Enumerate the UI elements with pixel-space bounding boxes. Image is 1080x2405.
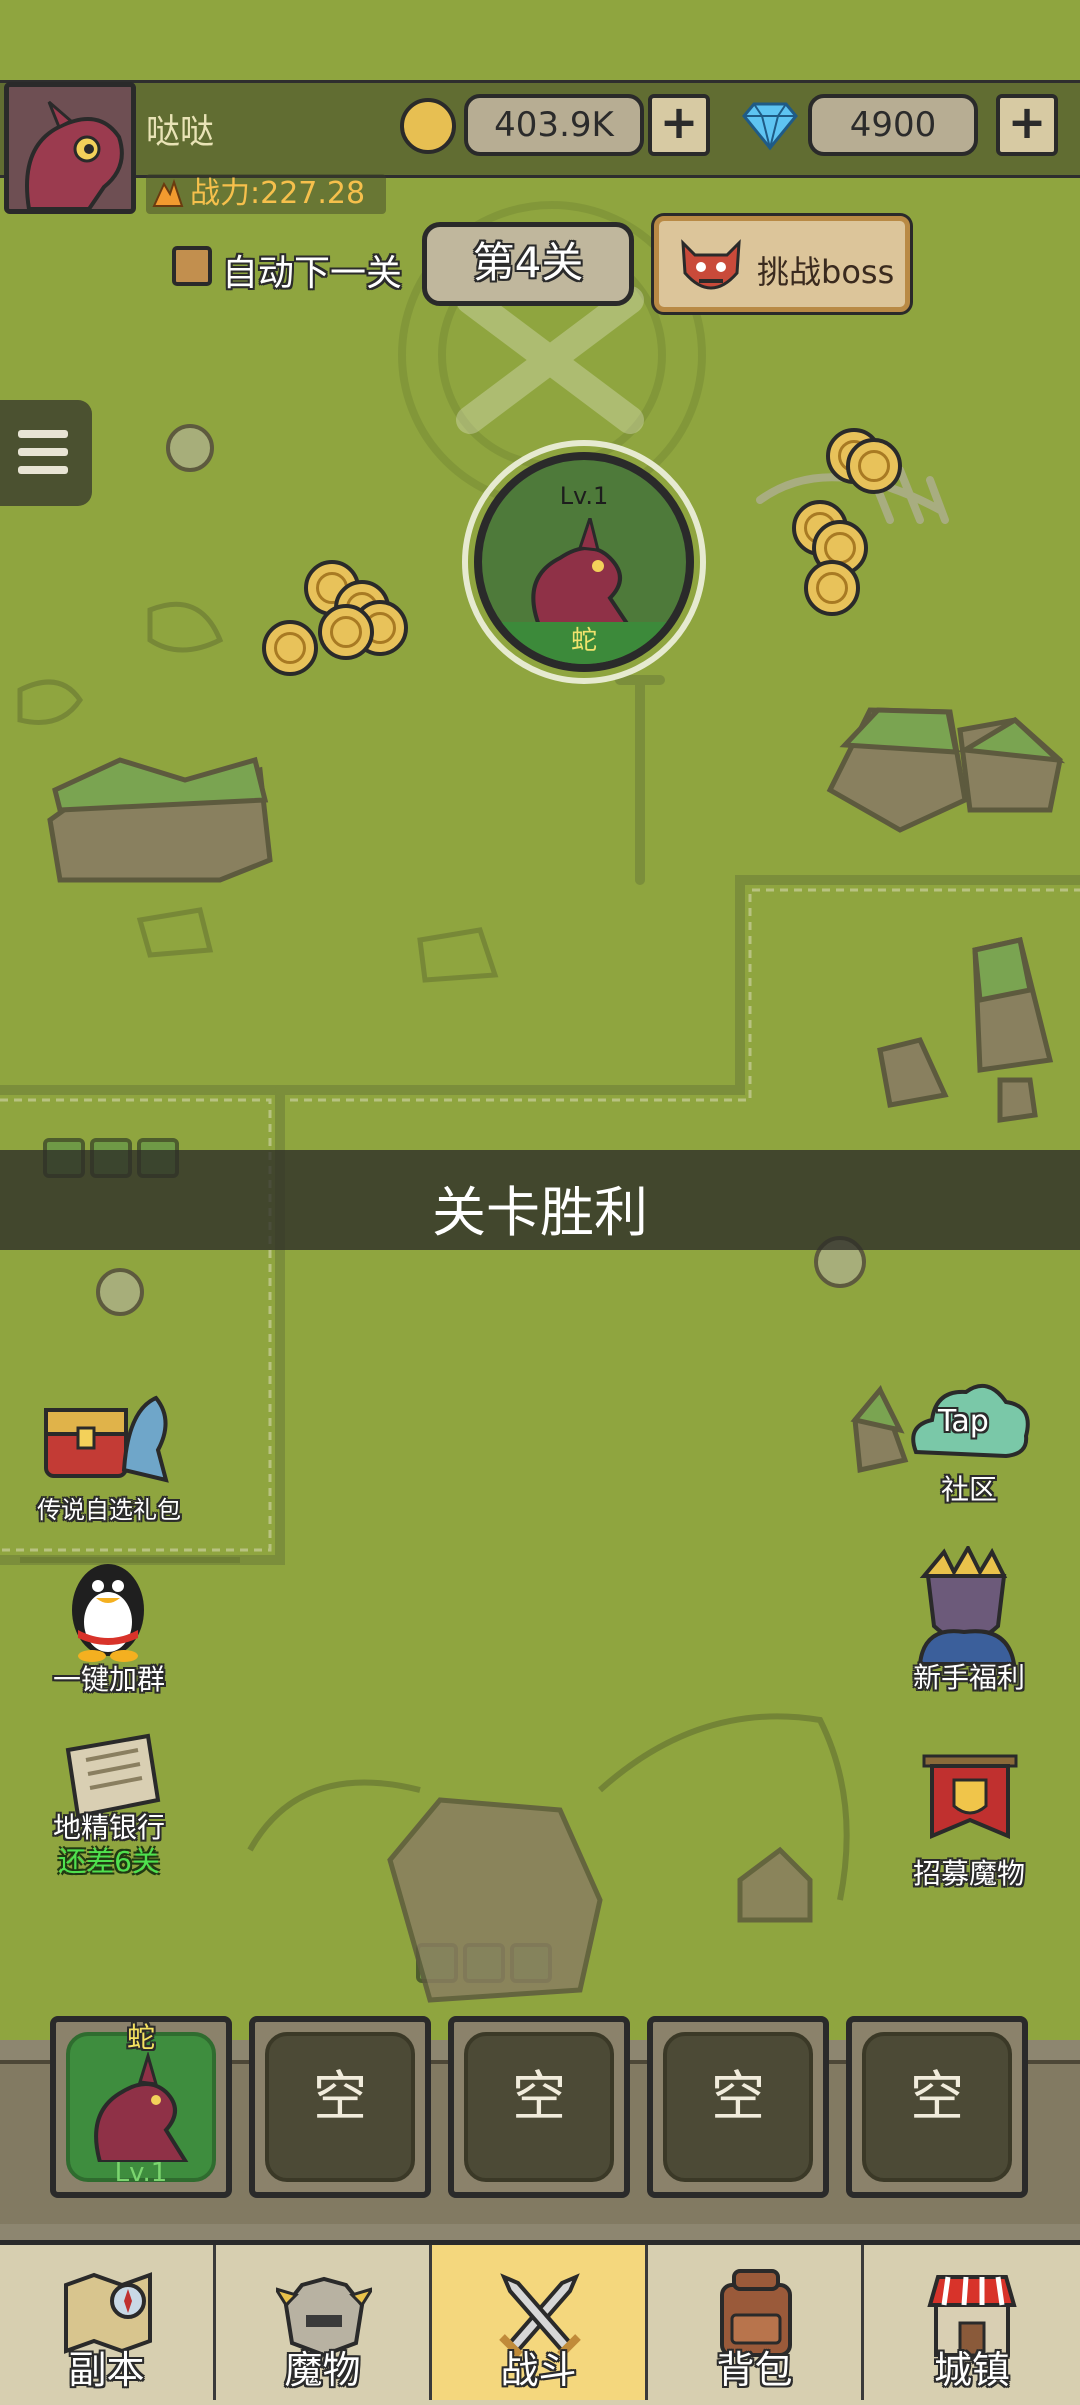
add-gold-button[interactable]: + [648,94,710,156]
goblin-bank-button[interactable]: 地精银行 还差6关 [24,1730,194,1900]
current-stage: 第4关 [422,222,634,306]
tab-backpack[interactable]: 背包 [648,2245,864,2400]
join-group-label: 一键加群 [52,1663,165,1696]
join-group-button[interactable]: 一键加群 [24,1552,194,1702]
team-slot-4[interactable]: 空 [647,2016,829,2198]
diamond-amount: 4900 [808,94,978,156]
diamond-icon [742,102,798,151]
gold-coin-icon[interactable] [846,438,902,494]
add-diamond-button[interactable]: + [996,94,1058,156]
auto-next-checkbox[interactable] [172,246,212,286]
goblin-bank-remaining: 还差6关 [58,1845,160,1878]
tab-monsters[interactable]: 魔物 [216,2245,432,2400]
team-slot-empty-label: 空 [512,2065,566,2128]
recruit-monster-label: 招募魔物 [912,1857,1025,1890]
tab-backpack-label: 背包 [716,2348,793,2392]
auto-next-label[interactable]: 自动下一关 [222,244,402,296]
gold-amount: 403.9K [464,94,644,156]
stage-victory-banner: 关卡胜利 [0,1150,1080,1250]
current-monster[interactable]: Lv.1 蛇 [474,452,694,672]
recruit-monster-button[interactable]: 招募魔物 [884,1750,1054,1900]
stage-victory-text: 关卡胜利 [432,1181,648,1244]
snake-monster-icon [531,518,633,628]
menu-button[interactable] [0,400,92,506]
team-slot-5[interactable]: 空 [846,2016,1028,2198]
gold-coin-icon[interactable] [318,604,374,660]
challenge-boss-button[interactable]: 挑战boss [654,216,910,312]
gold-icon [400,98,456,154]
team-slot-2[interactable]: 空 [249,2016,431,2198]
power-icon [152,178,184,207]
team-slot-empty-label: 空 [910,2065,964,2128]
team-slot-empty-label: 空 [313,2065,367,2128]
combat-power: 战力:227.28 [146,174,386,214]
team-slot-name: 蛇 [126,2021,155,2054]
knight-icon [917,1546,1017,1666]
team-slot-3[interactable]: 空 [448,2016,630,2198]
community-label: 社区 [940,1473,997,1506]
tab-dungeon[interactable]: 副本 [0,2245,216,2400]
penguin-icon [72,1564,144,1662]
tab-battle-label: 战斗 [500,2348,577,2392]
player-avatar[interactable] [4,82,136,214]
tab-dungeon-label: 副本 [68,2348,145,2392]
monster-name: 蛇 [482,622,686,664]
tab-town[interactable]: 城镇 [864,2245,1080,2400]
monster-level: Lv.1 [559,482,609,510]
community-tap-badge: Tap [938,1404,989,1439]
banner-shield-icon [922,1754,1018,1840]
treasure-chest-icon [44,1395,169,1483]
newbie-welfare-button[interactable]: 新手福利 [884,1546,1054,1706]
gold-coin-icon[interactable] [804,560,860,616]
tab-monsters-label: 魔物 [284,2348,361,2392]
challenge-boss-label: 挑战boss [757,253,895,291]
team-slot-level: Lv.1 [114,2158,168,2188]
newbie-welfare-label: 新手福利 [912,1661,1025,1694]
community-button[interactable]: Tap 社区 [884,1376,1054,1516]
team-slot-1[interactable]: 蛇 Lv.1 [50,2016,232,2198]
tab-battle[interactable]: 战斗 [432,2245,648,2400]
combat-power-value: 战力:227.28 [190,176,366,211]
tab-town-label: 城镇 [933,2348,1010,2392]
boss-demon-icon [681,239,741,290]
player-name: 哒哒 [146,112,214,152]
legend-gift-pack-label: 传说自选礼包 [37,1496,181,1524]
team-slot-empty-label: 空 [711,2065,765,2128]
snake-monster-icon [94,2052,189,2162]
legend-gift-pack-button[interactable]: 传说自选礼包 [24,1380,194,1530]
snake-avatar-icon [9,87,131,209]
gold-coin-icon[interactable] [262,620,318,676]
